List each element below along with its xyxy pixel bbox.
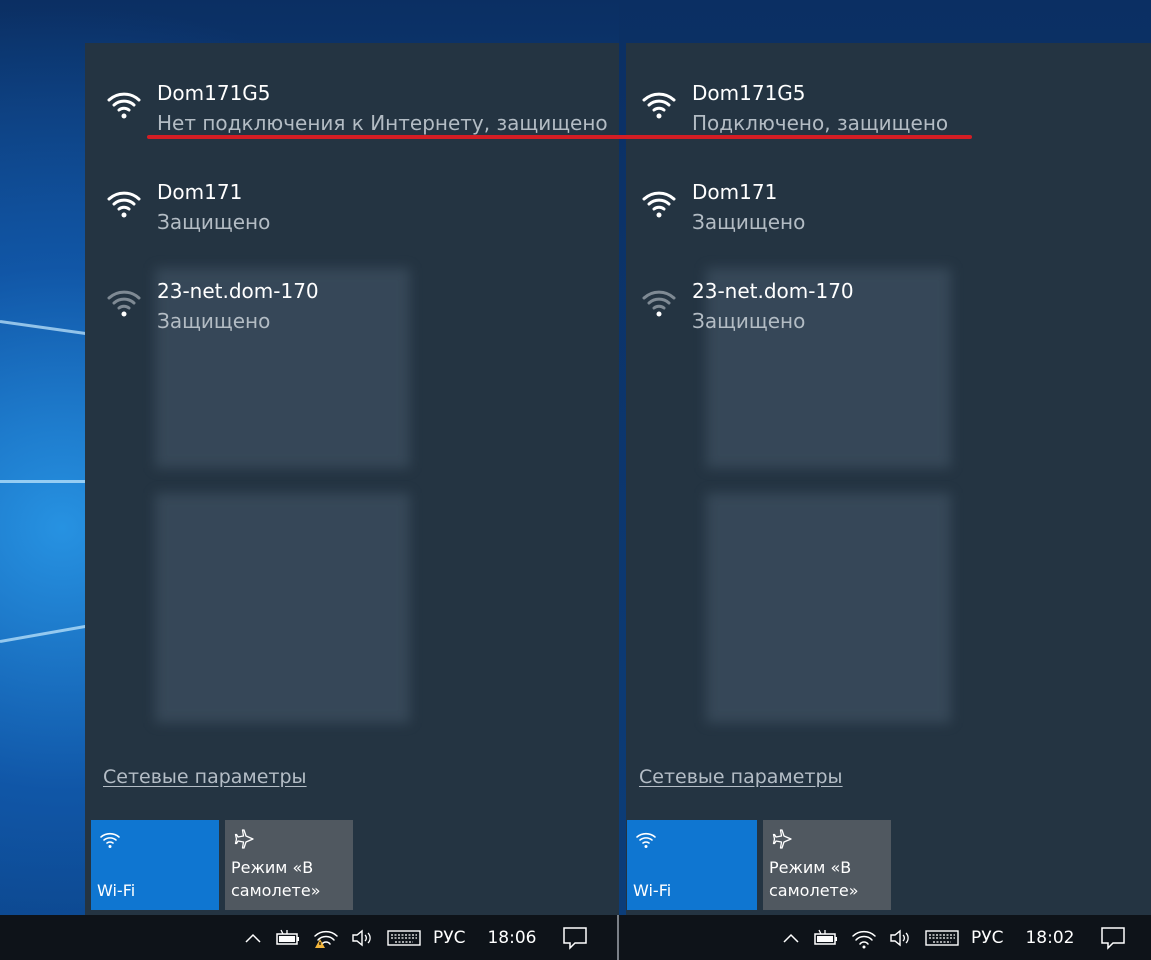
wifi-full-icon — [107, 191, 141, 218]
airplane-tile-label-line1: Режим «В — [769, 858, 852, 877]
wifi-toggle-tile[interactable]: Wi-Fi — [627, 820, 757, 910]
network-item-dom171[interactable]: Dom171 Защищено — [642, 177, 805, 237]
network-status: Защищено — [157, 309, 271, 333]
airplane-tile-label-line2: самолете» — [769, 881, 859, 900]
chevron-up-icon[interactable] — [781, 928, 801, 948]
highlight-underline — [147, 135, 972, 139]
network-item-dom171g5[interactable]: Dom171G5 Подключено, защищено — [642, 78, 948, 138]
wifi-full-icon — [642, 191, 676, 218]
network-item-dom171[interactable]: Dom171 Защищено — [107, 177, 270, 237]
battery-icon[interactable] — [813, 928, 839, 948]
wifi-weak-icon — [107, 290, 141, 317]
chevron-up-icon[interactable] — [243, 928, 263, 948]
volume-icon[interactable] — [351, 928, 375, 948]
network-ssid: Dom171 — [157, 180, 243, 204]
wifi-icon — [636, 832, 656, 848]
battery-icon[interactable] — [275, 928, 301, 948]
keyboard-icon[interactable] — [925, 928, 959, 948]
network-item-dom171g5[interactable]: Dom171G5 Нет подключения к Интернету, за… — [107, 78, 608, 138]
volume-icon[interactable] — [889, 928, 913, 948]
wifi-icon[interactable] — [851, 927, 877, 949]
network-ssid: 23-net.dom-170 — [157, 279, 319, 303]
airplane-mode-tile[interactable]: Режим «В самолете» — [225, 820, 353, 910]
network-status: Нет подключения к Интернету, защищено — [157, 111, 608, 135]
wifi-full-icon — [107, 92, 141, 119]
taskbar: РУС 18:06 — [0, 915, 619, 960]
network-settings-link[interactable]: Сетевые параметры — [639, 766, 843, 788]
wifi-icon — [100, 832, 120, 848]
network-status: Защищено — [692, 210, 806, 234]
left-screenshot: Dom171G5 Нет подключения к Интернету, за… — [0, 0, 619, 960]
network-item-23-net-dom-170[interactable]: 23-net.dom-170 Защищено — [642, 276, 854, 336]
wifi-weak-icon — [642, 290, 676, 317]
taskbar: РУС 18:02 — [619, 915, 1151, 960]
right-screenshot: Dom171G5 Подключено, защищено Dom171 Защ… — [619, 0, 1151, 960]
network-ssid: Dom171G5 — [157, 81, 271, 105]
network-status: Защищено — [692, 309, 806, 333]
network-flyout: Dom171G5 Подключено, защищено Dom171 Защ… — [626, 43, 1151, 915]
network-ssid: Dom171G5 — [692, 81, 806, 105]
airplane-mode-tile[interactable]: Режим «В самолете» — [763, 820, 891, 910]
wifi-warning-icon[interactable] — [313, 927, 339, 949]
wifi-tile-label: Wi-Fi — [97, 881, 136, 900]
input-language[interactable]: РУС — [971, 928, 1003, 948]
network-ssid: Dom171 — [692, 180, 778, 204]
network-item-23-net-dom-170[interactable]: 23-net.dom-170 Защищено — [107, 276, 319, 336]
input-language[interactable]: РУС — [433, 928, 465, 948]
airplane-icon — [234, 829, 254, 849]
airplane-tile-label-line1: Режим «В — [231, 858, 314, 877]
keyboard-icon[interactable] — [387, 928, 421, 948]
network-flyout: Dom171G5 Нет подключения к Интернету, за… — [85, 43, 619, 915]
wifi-toggle-tile[interactable]: Wi-Fi — [91, 820, 219, 910]
network-status: Подключено, защищено — [692, 111, 949, 135]
network-settings-link[interactable]: Сетевые параметры — [103, 766, 307, 788]
network-ssid: 23-net.dom-170 — [692, 279, 854, 303]
network-status: Защищено — [157, 210, 271, 234]
wifi-tile-label: Wi-Fi — [633, 881, 672, 900]
clock-time[interactable]: 18:06 — [487, 928, 536, 948]
action-center-icon[interactable] — [562, 926, 588, 950]
system-tray: РУС 18:06 — [243, 915, 600, 960]
airplane-icon — [772, 829, 792, 849]
system-tray: РУС 18:02 — [781, 915, 1138, 960]
clock-time[interactable]: 18:02 — [1025, 928, 1074, 948]
wifi-full-icon — [642, 92, 676, 119]
action-center-icon[interactable] — [1100, 926, 1126, 950]
airplane-tile-label-line2: самолете» — [231, 881, 321, 900]
